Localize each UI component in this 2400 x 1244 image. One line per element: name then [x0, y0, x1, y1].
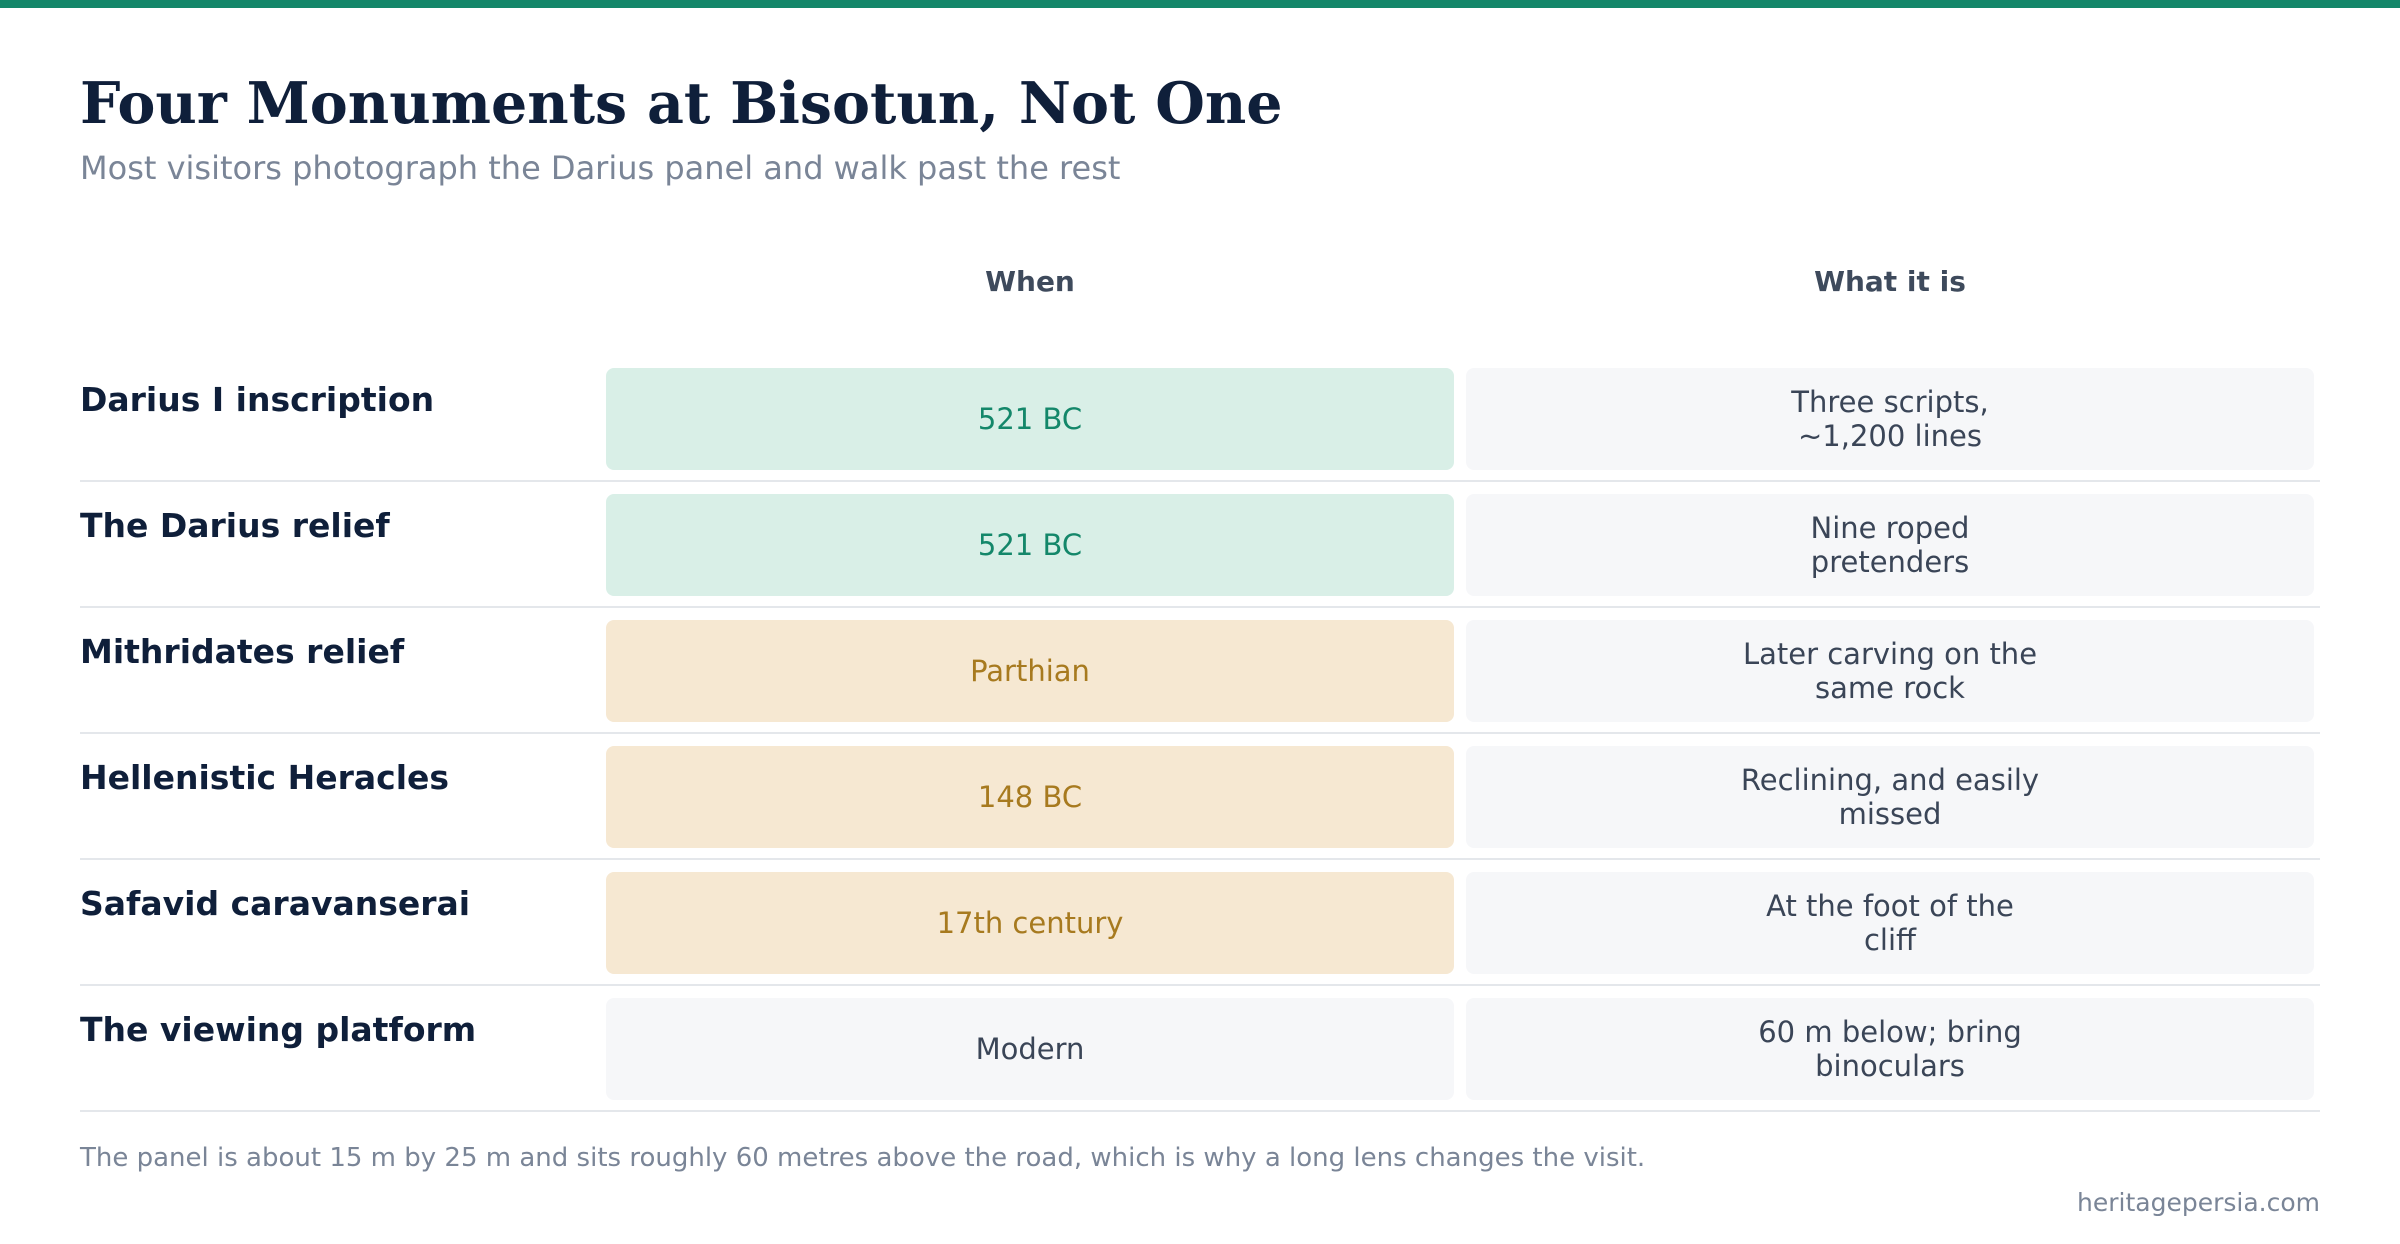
what-cell: Three scripts, ~1,200 lines [1466, 368, 2314, 470]
what-value: At the foot of the cliff [1766, 889, 2014, 957]
table-row: Mithridates relief Parthian Later carvin… [80, 608, 2320, 734]
table-row: Safavid caravanserai 17th century At the… [80, 860, 2320, 986]
what-value: Later carving on the same rock [1742, 637, 2038, 705]
table-row: Hellenistic Heracles 148 BC Reclining, a… [80, 734, 2320, 860]
when-cell: Modern [606, 998, 1454, 1100]
what-cell: 60 m below; bring binoculars [1466, 998, 2314, 1100]
what-value: Reclining, and easily missed [1740, 763, 2040, 831]
what-value: Nine roped pretenders [1810, 511, 1970, 579]
page-title: Four Monuments at Bisotun, Not One [80, 70, 1283, 137]
when-cell: Parthian [606, 620, 1454, 722]
row-label: The Darius relief [80, 506, 390, 545]
table-row: The Darius relief 521 BC Nine roped pret… [80, 482, 2320, 608]
what-cell: Later carving on the same rock [1466, 620, 2314, 722]
when-cell: 148 BC [606, 746, 1454, 848]
when-value: 148 BC [977, 780, 1083, 814]
row-label: Hellenistic Heracles [80, 758, 450, 797]
row-label: Mithridates relief [80, 632, 405, 671]
table-row: Darius I inscription 521 BC Three script… [80, 356, 2320, 482]
when-cell: 17th century [606, 872, 1454, 974]
when-value: 17th century [936, 906, 1124, 940]
footnote: The panel is about 15 m by 25 m and sits… [80, 1143, 1646, 1173]
what-value: Three scripts, ~1,200 lines [1791, 385, 1989, 453]
row-label: The viewing platform [80, 1010, 477, 1049]
table-row: The viewing platform Modern 60 m below; … [80, 986, 2320, 1112]
row-label: Safavid caravanserai [80, 884, 471, 923]
when-cell: 521 BC [606, 368, 1454, 470]
what-cell: Nine roped pretenders [1466, 494, 2314, 596]
when-value: 521 BC [977, 528, 1083, 562]
when-value: Parthian [970, 654, 1090, 688]
what-cell: Reclining, and easily missed [1466, 746, 2314, 848]
when-value: Modern [975, 1032, 1085, 1066]
what-cell: At the foot of the cliff [1466, 872, 2314, 974]
row-label: Darius I inscription [80, 380, 435, 419]
what-value: 60 m below; bring binoculars [1758, 1015, 2022, 1083]
column-header-when: When [985, 265, 1075, 298]
column-header-what-it-is: What it is [1814, 265, 1966, 298]
page-subtitle: Most visitors photograph the Darius pane… [80, 149, 1121, 187]
when-value: 521 BC [977, 402, 1083, 436]
monuments-table: Darius I inscription 521 BC Three script… [80, 356, 2320, 1112]
source-link[interactable]: heritagepersia.com [2077, 1186, 2320, 1220]
accent-bar [0, 0, 2400, 8]
when-cell: 521 BC [606, 494, 1454, 596]
